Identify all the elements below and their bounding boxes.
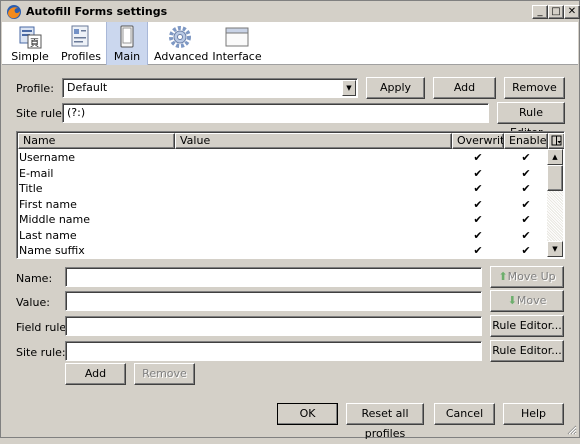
site-rule-editor-button[interactable]: Rule Editor... [497,102,565,139]
column-value[interactable]: Value [175,133,452,149]
maximize-button[interactable]: □ [548,5,564,19]
scroll-thumb[interactable] [547,165,563,191]
gear-icon [169,26,191,48]
row-enabled-check[interactable]: ✔ [504,212,548,227]
add-profile-button[interactable]: Add [433,77,496,99]
tab-interface[interactable]: Interface [212,22,262,65]
row-enabled-check[interactable]: ✔ [504,166,548,181]
site-rule-input[interactable]: (?:) [62,103,489,123]
row-name-cell: Last name [19,228,77,242]
window-title: Autofill Forms settings [26,5,168,18]
dropdown-arrow-icon[interactable]: ▼ [342,80,356,96]
apply-button[interactable]: Apply [366,77,425,99]
close-button[interactable]: ✕ [564,5,580,19]
up-arrow-icon: ⬆ [498,270,508,283]
help-button[interactable]: Help [503,403,564,425]
move-down-button[interactable]: ⬇Move Down [490,290,564,327]
profile-select[interactable]: Default ▼ [62,78,358,98]
fields-list[interactable]: Name Value Overwrite Enabled Username✔✔E… [16,131,565,259]
row-name-cell: E-mail [19,166,54,180]
value-input[interactable] [65,291,482,311]
scroll-down-icon[interactable]: ▼ [547,241,563,257]
down-arrow-icon: ⬇ [507,294,517,307]
tab-simple[interactable]: 頁 Simple [10,22,50,65]
tab-advanced-label: Advanced [154,50,209,63]
profiles-icon [71,25,89,47]
minimize-button[interactable]: _ [532,5,548,19]
table-row[interactable]: Username ✔ ✔ [18,150,548,166]
row-name-cell: Username [19,151,76,164]
firefox-icon [7,5,21,19]
minimize-icon: _ [537,6,543,17]
table-row[interactable]: Title ✔ ✔ [18,181,548,197]
profile-value: Default [67,81,108,94]
cancel-button[interactable]: Cancel [434,403,495,425]
add-field-button[interactable]: Add [65,363,126,385]
main-icon [120,25,134,48]
field-rule-editor-button[interactable]: Rule Editor... [490,315,564,337]
row-enabled-check[interactable]: ✔ [504,243,548,258]
row-overwrite-check[interactable]: ✔ [452,243,504,258]
row-overwrite-check[interactable]: ✔ [452,181,504,196]
site-rule-field-input[interactable] [65,341,482,361]
name-input[interactable] [65,267,482,287]
row-enabled-check[interactable]: ✔ [504,181,548,196]
row-overwrite-check[interactable]: ✔ [452,166,504,181]
field-rule-label: Field rule: [16,321,70,334]
site-rule-field-editor-button[interactable]: Rule Editor... [490,340,564,362]
svg-text:頁: 頁 [30,38,39,49]
resize-grip-icon[interactable] [565,423,577,435]
row-enabled-check[interactable]: ✔ [504,197,548,212]
simple-icon: 頁 [19,26,42,49]
reset-all-profiles-button[interactable]: Reset all profiles [346,403,424,440]
title-bar: Autofill Forms settings _ □ ✕ [2,2,580,22]
scroll-up-icon[interactable]: ▲ [547,149,563,165]
row-enabled-check[interactable]: ✔ [504,150,548,165]
column-overwrite[interactable]: Overwrite [452,133,504,149]
remove-profile-button[interactable]: Remove [504,77,565,99]
site-rule-field-label: Site rule: [16,346,66,359]
table-row[interactable]: Middle name ✔ ✔ [18,212,548,228]
row-overwrite-check[interactable]: ✔ [452,150,504,165]
table-row[interactable]: Name suffix ✔ ✔ [18,243,548,258]
row-overwrite-check[interactable]: ✔ [452,228,504,243]
list-header: Name Value Overwrite Enabled [18,133,564,149]
table-row[interactable]: First name ✔ ✔ [18,197,548,213]
remove-field-button[interactable]: Remove [134,363,195,385]
field-rule-input[interactable] [65,316,482,336]
row-name-cell: Middle name [19,213,91,226]
row-name-cell: Name suffix [19,244,85,257]
name-label: Name: [16,272,53,285]
tab-advanced[interactable]: Advanced [154,22,209,65]
profile-label: Profile: [16,82,54,95]
ok-button[interactable]: OK [277,403,338,425]
tab-profiles-label: Profiles [61,50,101,63]
table-row[interactable]: E-mail ✔ ✔ [18,166,548,182]
settings-window: Autofill Forms settings _ □ ✕ 頁 Simple P… [0,0,580,440]
maximize-icon: □ [551,6,561,17]
row-enabled-check[interactable]: ✔ [504,228,548,243]
row-overwrite-check[interactable]: ✔ [452,197,504,212]
list-scrollbar[interactable]: ▲ ▼ [547,149,563,257]
row-overwrite-check[interactable]: ✔ [452,212,504,227]
close-icon: ✕ [567,6,577,17]
tab-main-label: Main [113,50,141,63]
move-up-button[interactable]: ⬆Move Up [490,266,564,288]
column-picker-icon[interactable] [548,133,564,149]
tab-interface-label: Interface [212,50,262,63]
column-name[interactable]: Name [18,133,175,149]
tab-simple-label: Simple [11,50,49,63]
pane-toolbar: 頁 Simple Profiles Main Advanced Interfac… [2,22,578,65]
tab-profiles[interactable]: Profiles [60,22,102,65]
table-row[interactable]: Last name ✔ ✔ [18,228,548,244]
site-rule-label: Site rule: [16,107,66,120]
value-label: Value: [16,296,50,309]
row-name-cell: First name [19,197,77,211]
row-name-cell: Title [19,182,43,195]
move-up-label: Move Up [507,270,556,283]
window-icon [225,27,249,47]
tab-main[interactable]: Main [106,22,148,65]
column-enabled[interactable]: Enabled [504,133,548,149]
